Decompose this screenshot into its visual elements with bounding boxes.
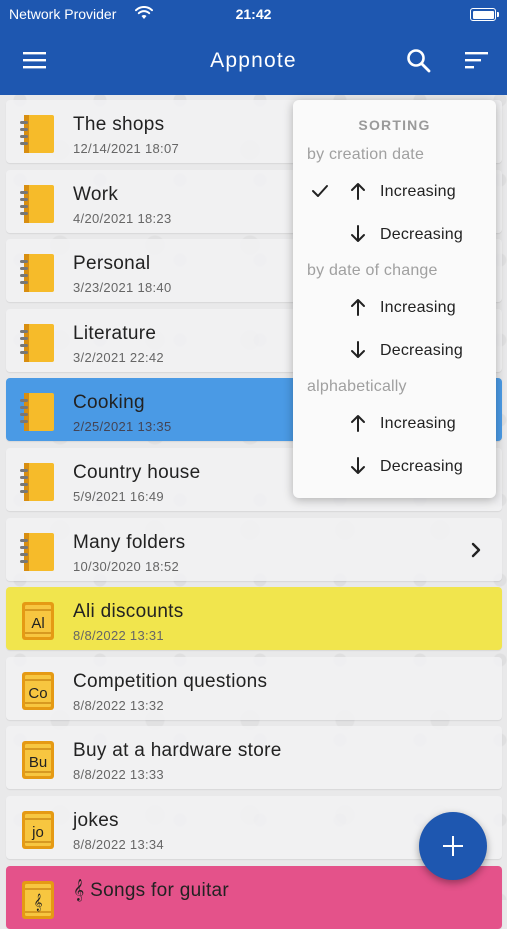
item-date: 4/20/2021 18:23: [73, 210, 172, 226]
folder-icon: [20, 532, 54, 571]
note-icon: Bu: [22, 741, 54, 780]
arrow-up-icon: [351, 299, 365, 316]
item-title: 𝄞 Songs for guitar: [73, 879, 230, 901]
item-title: Ali discounts: [73, 601, 184, 623]
sort-group-label: by creation date: [307, 146, 425, 163]
note-badge: 𝄞: [34, 894, 43, 911]
item-title: Cooking: [73, 392, 145, 414]
item-title: Buy at a hardware store: [73, 740, 282, 762]
item-title: Many folders: [73, 531, 186, 553]
sort-option-decreasing[interactable]: Decreasing: [293, 448, 496, 486]
folder-icon: [20, 115, 54, 153]
item-date: 10/30/2020 18:52: [73, 558, 180, 574]
status-time: 21:42: [235, 6, 272, 22]
arrow-down-icon: [351, 341, 365, 358]
sort-group-label: alphabetically: [307, 378, 407, 395]
note-badge: Bu: [29, 754, 47, 771]
note-badge: jo: [31, 824, 44, 841]
plus-icon-vertical: [452, 836, 454, 856]
sort-option-decreasing[interactable]: Decreasing: [293, 332, 496, 370]
folder-icon: [20, 254, 54, 293]
item-title: Personal: [73, 253, 151, 275]
sort-icon[interactable]: [464, 48, 490, 72]
item-title: Country house: [73, 462, 201, 483]
folder-icon: [20, 184, 54, 223]
sort-option-label: Decreasing: [380, 226, 463, 243]
note-item[interactable]: 𝄞 𝄞 Songs for guitar: [6, 865, 502, 929]
sort-option-label: Decreasing: [380, 458, 463, 475]
search-icon[interactable]: [405, 47, 433, 75]
status-bar: Network Provider 21:42: [0, 0, 507, 30]
arrow-up-icon: [351, 183, 365, 200]
add-note-button[interactable]: [419, 812, 487, 880]
item-date: 3/2/2021 22:42: [73, 349, 164, 365]
note-badge: Al: [31, 615, 44, 632]
sort-option-label: Increasing: [380, 415, 456, 432]
item-title: The shops: [73, 114, 165, 135]
sorting-header: SORTING: [358, 117, 431, 133]
note-item[interactable]: Bu Buy at a hardware store 8/8/2022 13:33: [6, 726, 502, 790]
sorting-menu: SORTING by creation date Increasing Decre…: [293, 100, 496, 498]
item-date: 3/23/2021 18:40: [73, 280, 172, 296]
sort-option-decreasing[interactable]: Decreasing: [293, 216, 496, 254]
folder-icon: [20, 323, 54, 362]
item-date: 8/8/2022 13:32: [73, 697, 164, 713]
note-item[interactable]: Co Competition questions 8/8/2022 13:32: [6, 656, 502, 720]
item-title: Competition questions: [73, 670, 268, 692]
item-title: Work: [73, 183, 119, 205]
note-badge: Co: [28, 685, 47, 702]
arrow-down-icon: [351, 225, 365, 242]
sort-option-increasing[interactable]: Increasing: [293, 405, 496, 443]
item-date: 8/8/2022 13:31: [73, 628, 164, 644]
note-item[interactable]: Al Ali discounts 8/8/2022 13:31: [6, 587, 502, 651]
item-date: 8/8/2022 13:33: [73, 767, 164, 783]
sort-option-label: Increasing: [380, 183, 456, 200]
sort-option-increasing[interactable]: Increasing: [293, 173, 496, 211]
sort-option-increasing[interactable]: Increasing: [293, 289, 496, 327]
battery-icon: [470, 8, 499, 21]
folder-icon: [20, 463, 54, 501]
item-title: Literature: [73, 322, 157, 344]
note-icon: Al: [22, 602, 54, 641]
item-date: 8/8/2022 13:34: [73, 837, 164, 852]
sort-group-label: by date of change: [307, 262, 438, 279]
app-header: Network Provider 21:42 Appnote: [0, 0, 507, 95]
note-icon: Co: [22, 671, 54, 710]
arrow-up-icon: [351, 415, 365, 432]
item-date: 12/14/2021 18:07: [73, 141, 180, 156]
folder-item[interactable]: Many folders 10/30/2020 18:52: [6, 517, 502, 581]
folder-icon: [20, 393, 54, 432]
note-icon: jo: [22, 811, 54, 849]
sort-option-label: Decreasing: [380, 342, 463, 359]
item-date: 5/9/2021 16:49: [73, 489, 164, 504]
sort-option-label: Increasing: [380, 299, 456, 316]
chevron-right-icon[interactable]: [470, 541, 482, 559]
item-title: jokes: [73, 810, 119, 831]
checkmark-icon: [312, 185, 328, 197]
item-date: 2/25/2021 13:35: [73, 419, 172, 435]
arrow-down-icon: [351, 457, 365, 474]
